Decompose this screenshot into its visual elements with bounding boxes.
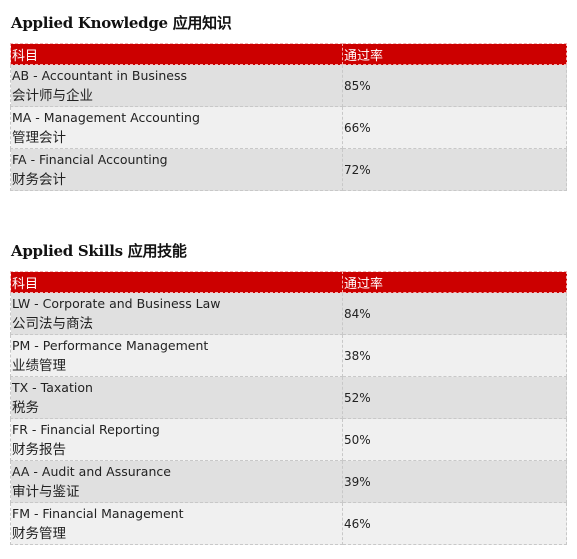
applied-knowledge-table: 科目 通过率 AB - Accountant in Business 会计师与企… xyxy=(10,43,567,191)
subject-zh-name: 会计师与企业 xyxy=(12,87,93,104)
subject-code-name: FM - Financial Management xyxy=(12,505,184,521)
table-row: AB - Accountant in Business 会计师与企业 85% xyxy=(10,64,567,107)
subject-code-name: FA - Financial Accounting xyxy=(12,151,168,167)
table-row: TX - Taxation 税务 52% xyxy=(10,376,567,419)
pass-rate-cell: 52% xyxy=(342,376,567,419)
pass-rate-cell: 38% xyxy=(342,334,567,377)
header-subject: 科目 xyxy=(10,43,343,65)
pass-rate-cell: 84% xyxy=(342,292,567,335)
subject-cell: PM - Performance Management 业绩管理 xyxy=(10,334,343,377)
subject-zh-name: 管理会计 xyxy=(12,129,66,146)
table-row: FM - Financial Management 财务管理 46% xyxy=(10,502,567,545)
subject-cell: FA - Financial Accounting 财务会计 xyxy=(10,148,343,191)
subject-code-name: FR - Financial Reporting xyxy=(12,421,160,437)
table-row: FA - Financial Accounting 财务会计 72% xyxy=(10,148,567,191)
table-row: AA - Audit and Assurance 审计与鉴证 39% xyxy=(10,460,567,503)
subject-zh-name: 财务报告 xyxy=(12,441,66,458)
pass-rate-cell: 46% xyxy=(342,502,567,545)
applied-skills-table: 科目 通过率 LW - Corporate and Business Law 公… xyxy=(10,271,567,545)
table-row: FR - Financial Reporting 财务报告 50% xyxy=(10,418,567,461)
subject-zh-name: 财务管理 xyxy=(12,525,66,542)
subject-code-name: AA - Audit and Assurance xyxy=(12,463,171,479)
subject-cell: FR - Financial Reporting 财务报告 xyxy=(10,418,343,461)
table-row: PM - Performance Management 业绩管理 38% xyxy=(10,334,567,377)
subject-code-name: PM - Performance Management xyxy=(12,337,209,353)
table-header-row: 科目 通过率 xyxy=(10,271,567,293)
subject-code-name: LW - Corporate and Business Law xyxy=(12,295,221,311)
subject-code-name: TX - Taxation xyxy=(12,379,93,395)
pass-rate-cell: 72% xyxy=(342,148,567,191)
subject-code-name: AB - Accountant in Business xyxy=(12,67,187,83)
subject-cell: TX - Taxation 税务 xyxy=(10,376,343,419)
subject-code-name: MA - Management Accounting xyxy=(12,109,200,125)
subject-cell: AB - Accountant in Business 会计师与企业 xyxy=(10,64,343,107)
subject-cell: FM - Financial Management 财务管理 xyxy=(10,502,343,545)
header-pass-rate: 通过率 xyxy=(342,43,567,65)
header-subject: 科目 xyxy=(10,271,343,293)
subject-zh-name: 税务 xyxy=(12,399,39,416)
section-title-applied-skills: Applied Skills 应用技能 xyxy=(11,242,187,260)
subject-zh-name: 财务会计 xyxy=(12,171,66,188)
table-row: MA - Management Accounting 管理会计 66% xyxy=(10,106,567,149)
pass-rate-cell: 50% xyxy=(342,418,567,461)
section-title-applied-knowledge: Applied Knowledge 应用知识 xyxy=(11,14,232,32)
table-header-row: 科目 通过率 xyxy=(10,43,567,65)
pass-rate-cell: 39% xyxy=(342,460,567,503)
subject-cell: MA - Management Accounting 管理会计 xyxy=(10,106,343,149)
pass-rate-cell: 85% xyxy=(342,64,567,107)
header-pass-rate: 通过率 xyxy=(342,271,567,293)
subject-zh-name: 业绩管理 xyxy=(12,357,66,374)
subject-zh-name: 公司法与商法 xyxy=(12,315,93,332)
subject-zh-name: 审计与鉴证 xyxy=(12,483,80,500)
subject-cell: LW - Corporate and Business Law 公司法与商法 xyxy=(10,292,343,335)
table-row: LW - Corporate and Business Law 公司法与商法 8… xyxy=(10,292,567,335)
pass-rate-cell: 66% xyxy=(342,106,567,149)
subject-cell: AA - Audit and Assurance 审计与鉴证 xyxy=(10,460,343,503)
